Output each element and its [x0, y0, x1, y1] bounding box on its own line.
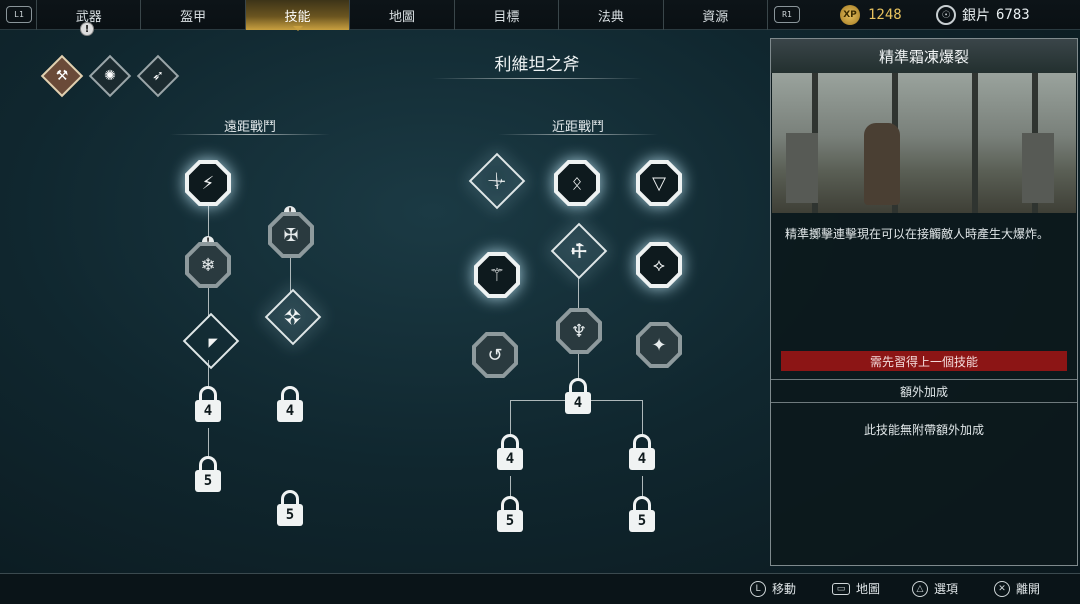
silver-icon: ☉ — [936, 5, 956, 25]
combo-skill-icon: ⟡ — [640, 246, 678, 284]
hint-options[interactable]: △ 選項 — [912, 580, 958, 597]
skill-node-ranged-3[interactable]: ⏶ — [182, 312, 240, 370]
skill-description: 精準擲擊連擊現在可以在接觸敵人時產生大爆炸。 — [785, 227, 1050, 241]
triangle-skill-icon: ⏶ — [198, 328, 224, 354]
axe-swap-skill-icon: ✠ — [272, 216, 310, 254]
top-bar: L1 武器 盔甲 技能 地圖 目標 法典 資源 R1 XP 1248 ☉ 銀片 … — [0, 0, 1080, 31]
xp-icon: XP — [840, 5, 860, 25]
connector — [578, 354, 579, 380]
skill-node-melee-6[interactable]: ⟡ — [636, 242, 682, 288]
skill-node-melee-8[interactable]: ♆ — [556, 308, 602, 354]
rune-icon: ✺ — [104, 68, 116, 84]
frost-burst-skill-icon: ❄ — [189, 246, 227, 284]
silver-value: 6783 — [996, 7, 1030, 23]
tab-skills[interactable]: 技能 — [245, 0, 351, 31]
xp-display: XP 1248 — [840, 5, 902, 25]
silver-display: ☉ 銀片 6783 — [936, 5, 1030, 25]
bow-icon: ➶ — [152, 68, 164, 84]
skill-preview-image — [772, 73, 1076, 213]
shield-skill-icon: ♆ — [560, 312, 598, 350]
connector — [578, 278, 579, 308]
extra-bonus-header: 額外加成 — [771, 379, 1077, 403]
weapons-alert-icon: ! — [80, 22, 94, 36]
triangle-button-icon: △ — [912, 580, 928, 597]
spin-skill-icon: ▽ — [640, 164, 678, 202]
melee-section-title: 近距戰鬥 — [551, 120, 604, 135]
axe-icon: ⚒ — [55, 68, 69, 84]
skill-node-melee-5[interactable]: ⚒ — [550, 222, 608, 280]
melee-divider — [498, 134, 658, 135]
bottom-hint-bar: L 移動 ▭ 地圖 △ 選項 ✕ 離開 — [0, 573, 1080, 604]
touchpad-icon: ▭ — [832, 582, 850, 595]
requirement-banner: 需先習得上一個技能 — [781, 351, 1067, 371]
connector — [510, 400, 511, 436]
left-stick-icon: L — [750, 580, 766, 597]
cross-button-icon: ✕ — [994, 580, 1010, 597]
rune-strike-skill-icon: ᛟ — [558, 164, 596, 202]
locked-skill-level-4[interactable]: 4 — [622, 434, 662, 480]
weapon-title-divider — [432, 78, 642, 79]
connector — [208, 428, 209, 458]
skill-detail-panel: 精準霜凍爆裂 精準擲擊連擊現在可以在接觸敵人時產生大爆炸。 需先習得上一個技能 … — [770, 38, 1078, 566]
ranged-divider — [170, 134, 330, 135]
menu-tabs: 武器 盔甲 技能 地圖 目標 法典 資源 — [36, 0, 768, 31]
ranged-section-title: 遠距戰鬥 — [223, 120, 276, 135]
connector — [642, 400, 643, 436]
hint-exit[interactable]: ✕ 離開 — [994, 580, 1040, 597]
connector — [290, 258, 291, 292]
locked-skill-level-4[interactable]: 4 — [188, 386, 228, 432]
locked-skill-level-4[interactable]: 4 — [270, 386, 310, 432]
r1-bumper-icon[interactable]: R1 — [774, 6, 800, 23]
tab-resources[interactable]: 資源 — [664, 0, 768, 30]
bow-category-button[interactable]: ➶ — [136, 54, 180, 98]
hint-map[interactable]: ▭ 地圖 — [832, 580, 880, 597]
locked-skill-level-4[interactable]: 4 — [558, 378, 598, 424]
skill-node-ranged-1[interactable]: ⚡ — [185, 160, 231, 206]
uppercut-skill-icon: ⚚ — [478, 256, 516, 294]
axe-category-button[interactable]: ⚒ — [40, 54, 84, 98]
tab-codex[interactable]: 法典 — [559, 0, 664, 30]
slash-skill-icon: ⚔ — [483, 167, 511, 195]
weapon-title: 利維坦之斧 — [494, 55, 580, 75]
hammer-skill-icon: ⚒ — [565, 237, 593, 265]
skill-node-ranged-4[interactable]: ✠ — [268, 212, 314, 258]
runic-category-button[interactable]: ✺ — [88, 54, 132, 98]
locked-skill-level-5[interactable]: 5 — [622, 496, 662, 542]
locked-skill-level-5[interactable]: 5 — [188, 456, 228, 502]
skill-node-ranged-5[interactable]: ✠ — [264, 288, 322, 346]
xp-value: 1248 — [868, 7, 902, 23]
skill-node-melee-7[interactable]: ↺ — [472, 332, 518, 378]
skill-node-melee-2[interactable]: ᛟ — [554, 160, 600, 206]
tab-objectives[interactable]: 目標 — [455, 0, 560, 30]
hint-move[interactable]: L 移動 — [750, 580, 796, 597]
tab-armor[interactable]: 盔甲 — [141, 0, 246, 30]
locked-skill-level-5[interactable]: 5 — [490, 496, 530, 542]
skill-node-melee-4[interactable]: ⚚ — [474, 252, 520, 298]
tab-map[interactable]: 地圖 — [350, 0, 455, 30]
skill-node-melee-3[interactable]: ▽ — [636, 160, 682, 206]
locked-skill-level-5[interactable]: 5 — [270, 490, 310, 536]
cleave-skill-icon: ✦ — [640, 326, 678, 364]
skill-category-selector: ⚒ ✺ ➶ — [40, 54, 180, 98]
locked-skill-level-4[interactable]: 4 — [490, 434, 530, 480]
throw-skill-icon: ⚡ — [189, 164, 227, 202]
l1-bumper-icon[interactable]: L1 — [6, 6, 32, 23]
hook-skill-icon: ↺ — [476, 336, 514, 374]
skill-node-melee-9[interactable]: ✦ — [636, 322, 682, 368]
axe-cross-skill-icon: ✠ — [280, 304, 306, 330]
skill-node-melee-1[interactable]: ⚔ — [468, 152, 526, 210]
skill-name: 精準霜凍爆裂 — [771, 39, 1077, 73]
silver-label: 銀片 — [962, 8, 990, 24]
extra-bonus-text: 此技能無附帶額外加成 — [863, 423, 984, 437]
skill-node-ranged-2[interactable]: ❄ — [185, 242, 231, 288]
